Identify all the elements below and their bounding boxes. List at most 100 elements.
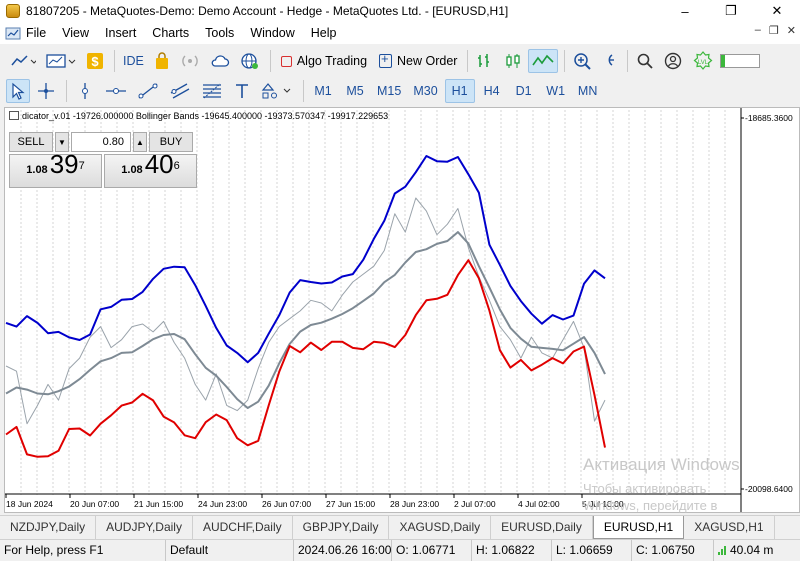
chart-window[interactable]: -18685.3600 -20098.6400 18 Jun 2024 20 Jun …: [4, 107, 800, 513]
menu-window[interactable]: Window: [242, 22, 302, 44]
shapes-icon: [261, 83, 291, 99]
ide-button[interactable]: IDE: [119, 49, 148, 73]
status-traffic: 40.04 m: [714, 540, 800, 561]
time-label: 26 Jun 07:00: [262, 499, 311, 509]
status-profile: Default: [166, 539, 294, 561]
horizontal-line-icon: [106, 88, 126, 94]
timeframe-h4[interactable]: H4: [477, 79, 507, 103]
timeframe-m30[interactable]: M30: [408, 79, 442, 103]
shapes-button[interactable]: [257, 79, 297, 103]
menu-insert[interactable]: Insert: [97, 22, 144, 44]
algo-trading-label: Algo Trading: [296, 54, 368, 68]
zoom-in-button[interactable]: [569, 49, 595, 73]
time-label: 21 Jun 15:00: [134, 499, 183, 509]
menu-view[interactable]: View: [54, 22, 97, 44]
indicator-list-icon[interactable]: [9, 111, 19, 120]
close-button[interactable]: ✕: [754, 0, 800, 22]
timeframe-mn[interactable]: MN: [573, 79, 603, 103]
menu-bar: File View Insert Charts Tools Window Hel…: [0, 22, 800, 44]
signal-icon: [182, 55, 198, 67]
timeframe-m5[interactable]: M5: [340, 79, 370, 103]
bar-chart-button[interactable]: [472, 49, 498, 73]
tab-eurusd-h1[interactable]: EURUSD,H1: [592, 516, 685, 539]
sell-price-main: 39: [49, 149, 79, 179]
tab-nzdjpy-daily[interactable]: NZDJPY,Daily: [0, 516, 97, 539]
trendline-button[interactable]: [133, 79, 163, 103]
timeframe-w1[interactable]: W1: [541, 79, 571, 103]
maximize-button[interactable]: ❐: [708, 0, 754, 22]
crosshair-button[interactable]: [32, 79, 60, 103]
chart-type-button[interactable]: [6, 49, 40, 73]
new-order-button[interactable]: New Order: [373, 49, 463, 73]
tab-audjpy-daily[interactable]: AUDJPY,Daily: [96, 516, 193, 539]
dollar-icon: $: [87, 53, 103, 69]
buy-price-pip: 6: [173, 160, 180, 172]
status-datetime: 2024.06.26 16:00: [294, 539, 392, 561]
signals-button[interactable]: [176, 49, 204, 73]
menu-help[interactable]: Help: [303, 22, 345, 44]
timeframe-h1[interactable]: H1: [444, 79, 475, 103]
sell-price-button[interactable]: 1.08397: [9, 149, 102, 188]
tab-xagusd-daily[interactable]: XAGUSD,Daily: [389, 516, 492, 539]
menu-tools[interactable]: Tools: [197, 22, 242, 44]
horizontal-line-button[interactable]: [101, 79, 131, 103]
mdi-close-button[interactable]: ✕: [787, 24, 796, 37]
time-label: 5 Jul 10:00: [582, 499, 624, 509]
connection-bars-icon: [718, 541, 727, 555]
deposit-button[interactable]: $: [82, 49, 108, 73]
stop-icon: [280, 55, 292, 67]
time-label: 24 Jun 23:00: [198, 499, 247, 509]
window-title: 81807205 - MetaQuotes-Demo: Demo Account…: [26, 4, 509, 18]
price-label-top: -18685.3600: [745, 113, 793, 123]
community-button[interactable]: [236, 49, 264, 73]
new-order-icon: [379, 51, 393, 68]
trendline-icon: [138, 83, 158, 99]
mdi-restore-button[interactable]: ❐: [769, 24, 779, 37]
zoom-out-button[interactable]: [597, 49, 621, 73]
menu-file[interactable]: File: [22, 22, 54, 44]
algo-trading-button[interactable]: Algo Trading: [275, 49, 373, 73]
buy-price-button[interactable]: 1.08406: [104, 149, 197, 188]
level-badge-icon: LVL: [694, 51, 713, 70]
chart-tabs: NZDJPY,Daily AUDJPY,Daily AUDCHF,Daily G…: [0, 515, 800, 539]
minimize-button[interactable]: –: [662, 0, 708, 22]
level-label: LVL: [698, 60, 709, 66]
traffic-value: 40.04 m: [730, 542, 774, 557]
cursor-button[interactable]: [6, 79, 30, 103]
status-high: H: 1.06822: [472, 539, 552, 561]
search-button[interactable]: [632, 49, 658, 73]
timeframe-d1[interactable]: D1: [509, 79, 539, 103]
tab-xagusd-h1[interactable]: XAGUSD,H1: [684, 516, 775, 539]
connection-indicator: [720, 54, 761, 68]
fibonacci-icon: [203, 83, 221, 99]
sell-price-pip: 7: [78, 160, 85, 172]
line-series-icon: [532, 54, 555, 66]
account-button[interactable]: [660, 49, 686, 73]
mdi-minimize-button[interactable]: –: [755, 24, 761, 37]
menu-charts[interactable]: Charts: [144, 22, 197, 44]
market-button[interactable]: [150, 49, 174, 73]
toolbar-separator: [627, 50, 629, 72]
templates-button[interactable]: [42, 49, 80, 73]
channel-button[interactable]: [165, 79, 195, 103]
new-order-label: New Order: [397, 54, 458, 68]
tab-eurusd-daily[interactable]: EURUSD,Daily: [491, 516, 593, 539]
zoom-out-icon: [609, 54, 615, 66]
time-label: 4 Jul 02:00: [518, 499, 560, 509]
level-button[interactable]: LVL: [688, 49, 718, 73]
channel-icon: [170, 83, 190, 99]
candlestick-button[interactable]: [500, 49, 526, 73]
tab-audchf-daily[interactable]: AUDCHF,Daily: [193, 516, 293, 539]
time-label: 18 Jun 2024: [6, 499, 53, 509]
text-button[interactable]: [229, 79, 255, 103]
tab-gbpjpy-daily[interactable]: GBPJPY,Daily: [293, 516, 390, 539]
candlestick-icon: [506, 54, 521, 68]
toolbar-separator: [269, 50, 271, 72]
fibonacci-button[interactable]: [197, 79, 227, 103]
timeframe-m15[interactable]: M15: [372, 79, 406, 103]
timeframe-m1[interactable]: M1: [308, 79, 338, 103]
vertical-line-button[interactable]: [71, 79, 99, 103]
line-chart-button[interactable]: [528, 49, 559, 73]
vps-button[interactable]: [206, 49, 234, 73]
search-icon: [638, 53, 654, 69]
